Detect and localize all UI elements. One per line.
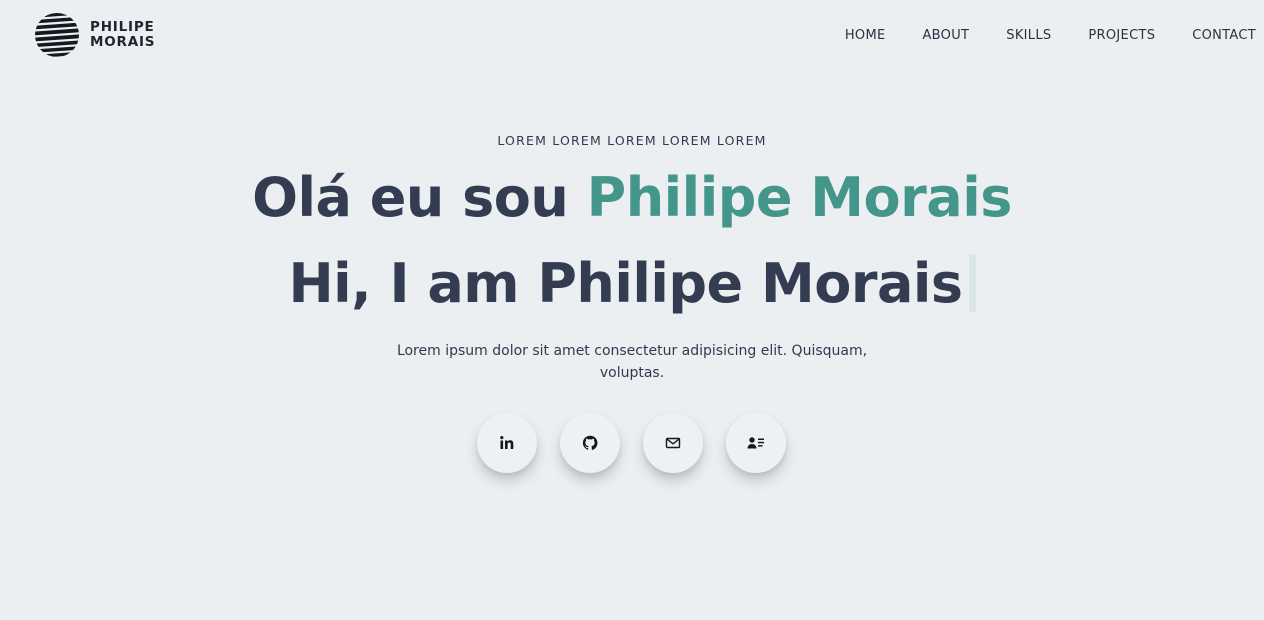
- email-button[interactable]: [643, 413, 703, 473]
- typing-caret: [968, 254, 976, 312]
- nav-item-home[interactable]: HOME: [845, 27, 886, 45]
- brand-name-line1: PHILIPE: [90, 19, 155, 35]
- contact-card-icon: [747, 437, 764, 449]
- nav-item-about[interactable]: ABOUT: [885, 27, 969, 45]
- brand-name: PHILIPE MORAIS: [90, 20, 155, 50]
- linkedin-button[interactable]: [477, 413, 537, 473]
- brand-name-line2: MORAIS: [90, 34, 156, 50]
- mail-icon: [665, 437, 681, 449]
- hero-eyebrow: LOREM LOREM LOREM LOREM LOREM: [497, 133, 767, 148]
- brand-logo-link[interactable]: PHILIPE MORAIS: [34, 12, 155, 58]
- site-header: PHILIPE MORAIS HOME ABOUT SKILLS PROJECT…: [0, 0, 1264, 72]
- brand-logo-icon: [35, 13, 79, 57]
- contact-card-button[interactable]: [726, 413, 786, 473]
- nav-item-contact[interactable]: CONTACT: [1155, 27, 1256, 45]
- github-button[interactable]: [560, 413, 620, 473]
- nav-item-skills[interactable]: SKILLS: [969, 27, 1051, 45]
- linkedin-icon: [500, 436, 514, 449]
- social-links: [477, 413, 786, 473]
- hero-headline-prefix: Olá eu sou: [252, 166, 587, 229]
- hero-typed-line: Hi, I am Philipe Morais: [0, 251, 1264, 317]
- nav-item-projects[interactable]: PROJECTS: [1051, 27, 1155, 45]
- hero-headline-accent: Philipe Morais: [586, 166, 1013, 229]
- hero-description: Lorem ipsum dolor sit amet consectetur a…: [396, 343, 868, 381]
- github-icon: [582, 435, 598, 450]
- hero-typed-text: Hi, I am Philipe Morais: [288, 252, 963, 315]
- main-nav: HOME ABOUT SKILLS PROJECTS CONTACT: [845, 27, 1256, 45]
- hero-headline: Olá eu sou Philipe Morais: [0, 166, 1264, 230]
- page: PHILIPE MORAIS HOME ABOUT SKILLS PROJECT…: [0, 0, 1264, 620]
